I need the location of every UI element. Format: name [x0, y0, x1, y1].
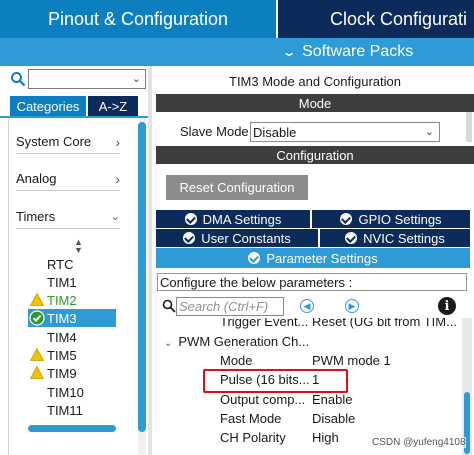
timer-label: TIM5 [47, 347, 77, 363]
timer-item-tim11[interactable]: TIM11 [28, 401, 116, 419]
tab-label: GPIO Settings [358, 211, 442, 227]
check-circle-icon [29, 310, 45, 326]
slave-mode-value: Disable [253, 124, 297, 140]
tab-label: DMA Settings [202, 211, 282, 227]
check-circle-icon [345, 232, 358, 244]
group-label: PWM Generation Ch... [178, 334, 310, 349]
chevron-down-icon: ⌄ [110, 211, 120, 223]
tab-user-constants[interactable]: User Constants [156, 229, 318, 247]
sidebar-scrollbar-thumb[interactable] [138, 122, 146, 432]
software-packs-label: Software Packs [302, 43, 414, 60]
check-circle-icon [183, 232, 196, 244]
parameter-value: Disable [312, 411, 356, 426]
category-system-core[interactable]: System Core › [16, 130, 120, 154]
chevron-down-icon: ⌄ [281, 45, 297, 59]
parameter-row[interactable]: Fast Mode Disable [156, 411, 460, 430]
tab-label: NVIC Settings [363, 230, 445, 246]
parameter-search-input[interactable]: Search (Ctrl+F) [176, 297, 284, 316]
configure-prompt: Configure the below parameters : [157, 273, 467, 291]
check-circle-icon [248, 252, 261, 264]
timer-item-tim5[interactable]: TIM5 [28, 346, 116, 364]
chevron-right-icon: › [115, 170, 120, 187]
category-label: System Core [16, 134, 92, 149]
timer-label: TIM2 [47, 292, 77, 308]
category-label: Timers [16, 209, 56, 224]
sidebar-horizontal-scrollbar[interactable] [28, 425, 116, 432]
timer-label: TIM11 [47, 402, 83, 418]
timer-item-tim2[interactable]: TIM2 [28, 291, 116, 309]
sidebar-search-input[interactable]: ⌄ [28, 69, 146, 89]
warning-icon [30, 293, 44, 306]
timer-item-tim1[interactable]: TIM1 [28, 273, 116, 291]
timer-label: TIM9 [47, 365, 77, 381]
tab-parameter-settings[interactable]: Parameter Settings [156, 248, 470, 268]
parameter-value: High [312, 430, 339, 445]
watermark: CSDN @yufeng4108 [372, 437, 466, 448]
timer-item-rtc[interactable]: RTC [28, 255, 116, 273]
chevron-right-icon: › [115, 133, 120, 150]
tab-categories[interactable]: Categories [10, 96, 86, 116]
timer-item-tim4[interactable]: TIM4 [28, 328, 116, 346]
category-label: Analog [16, 171, 57, 186]
timer-label: RTC [47, 256, 74, 272]
mode-scrollbar[interactable] [466, 112, 472, 142]
slave-mode-label: Slave Mode [180, 124, 249, 139]
parameter-name: Trigger Event... [220, 318, 309, 329]
check-circle-icon [184, 213, 197, 225]
chevron-down-icon: ⌄ [424, 126, 434, 138]
sort-icon[interactable]: ▲ ▼ [74, 238, 83, 255]
warning-icon [30, 348, 44, 361]
parameter-value: PWM mode 1 [312, 353, 391, 368]
software-packs-menu[interactable]: ⌄ Software Packs [278, 38, 474, 66]
info-icon[interactable]: i [438, 297, 456, 315]
parameter-value: Reset (UG bit from TIM... [312, 318, 457, 329]
tab-label: Parameter Settings [266, 250, 378, 266]
tab-a-to-z[interactable]: A->Z [88, 96, 138, 116]
slave-mode-select[interactable]: Disable ⌄ [250, 122, 440, 142]
tab-clock-configuration[interactable]: Clock Configurati [278, 0, 474, 38]
highlight-annotation [203, 369, 348, 393]
timer-item-tim3[interactable]: TIM3 [28, 309, 116, 327]
reset-configuration-button[interactable]: Reset Configuration [166, 175, 308, 200]
timer-item-tim9[interactable]: TIM9 [28, 364, 116, 382]
page-title: TIM3 Mode and Configuration [229, 73, 401, 89]
parameter-name: Output comp... [220, 392, 306, 407]
group-pwm-generation[interactable]: ⌄ PWM Generation Ch... [164, 334, 309, 349]
timer-label: TIM10 [47, 384, 84, 400]
tab-nvic-settings[interactable]: NVIC Settings [320, 229, 470, 247]
timer-label: TIM4 [47, 329, 77, 345]
timer-label: TIM3 [47, 310, 77, 326]
tab-dma-settings[interactable]: DMA Settings [156, 210, 310, 228]
category-timers[interactable]: Timers ⌄ [16, 205, 120, 229]
timer-item-tim10[interactable]: TIM10 [28, 383, 116, 401]
configuration-section-header: Configuration [156, 146, 474, 164]
parameter-value: Enable [312, 392, 353, 407]
timer-label: TIM1 [47, 274, 77, 290]
parameter-row[interactable]: Output comp... Enable [156, 392, 460, 411]
category-analog[interactable]: Analog › [16, 167, 120, 191]
search-icon[interactable] [162, 299, 176, 313]
parameter-row[interactable]: Trigger Event... Reset (UG bit from TIM.… [156, 318, 460, 333]
tab-pinout-configuration[interactable]: Pinout & Configuration [0, 0, 276, 38]
mode-section-header: Mode [156, 94, 474, 112]
warning-icon [30, 366, 44, 379]
previous-result-icon[interactable]: ◀ [300, 299, 314, 313]
parameter-name: Mode [220, 353, 253, 368]
parameter-name: Fast Mode [220, 411, 282, 426]
chevron-down-icon[interactable]: ⌄ [132, 72, 141, 85]
next-result-icon[interactable]: ▶ [345, 299, 359, 313]
tab-gpio-settings[interactable]: GPIO Settings [312, 210, 470, 228]
parameter-name: CH Polarity [220, 430, 286, 445]
tab-label: User Constants [201, 230, 291, 246]
check-circle-icon [340, 213, 353, 225]
search-icon[interactable] [10, 71, 26, 87]
chevron-down-icon: ⌄ [164, 338, 173, 349]
panel-splitter[interactable] [148, 66, 152, 455]
